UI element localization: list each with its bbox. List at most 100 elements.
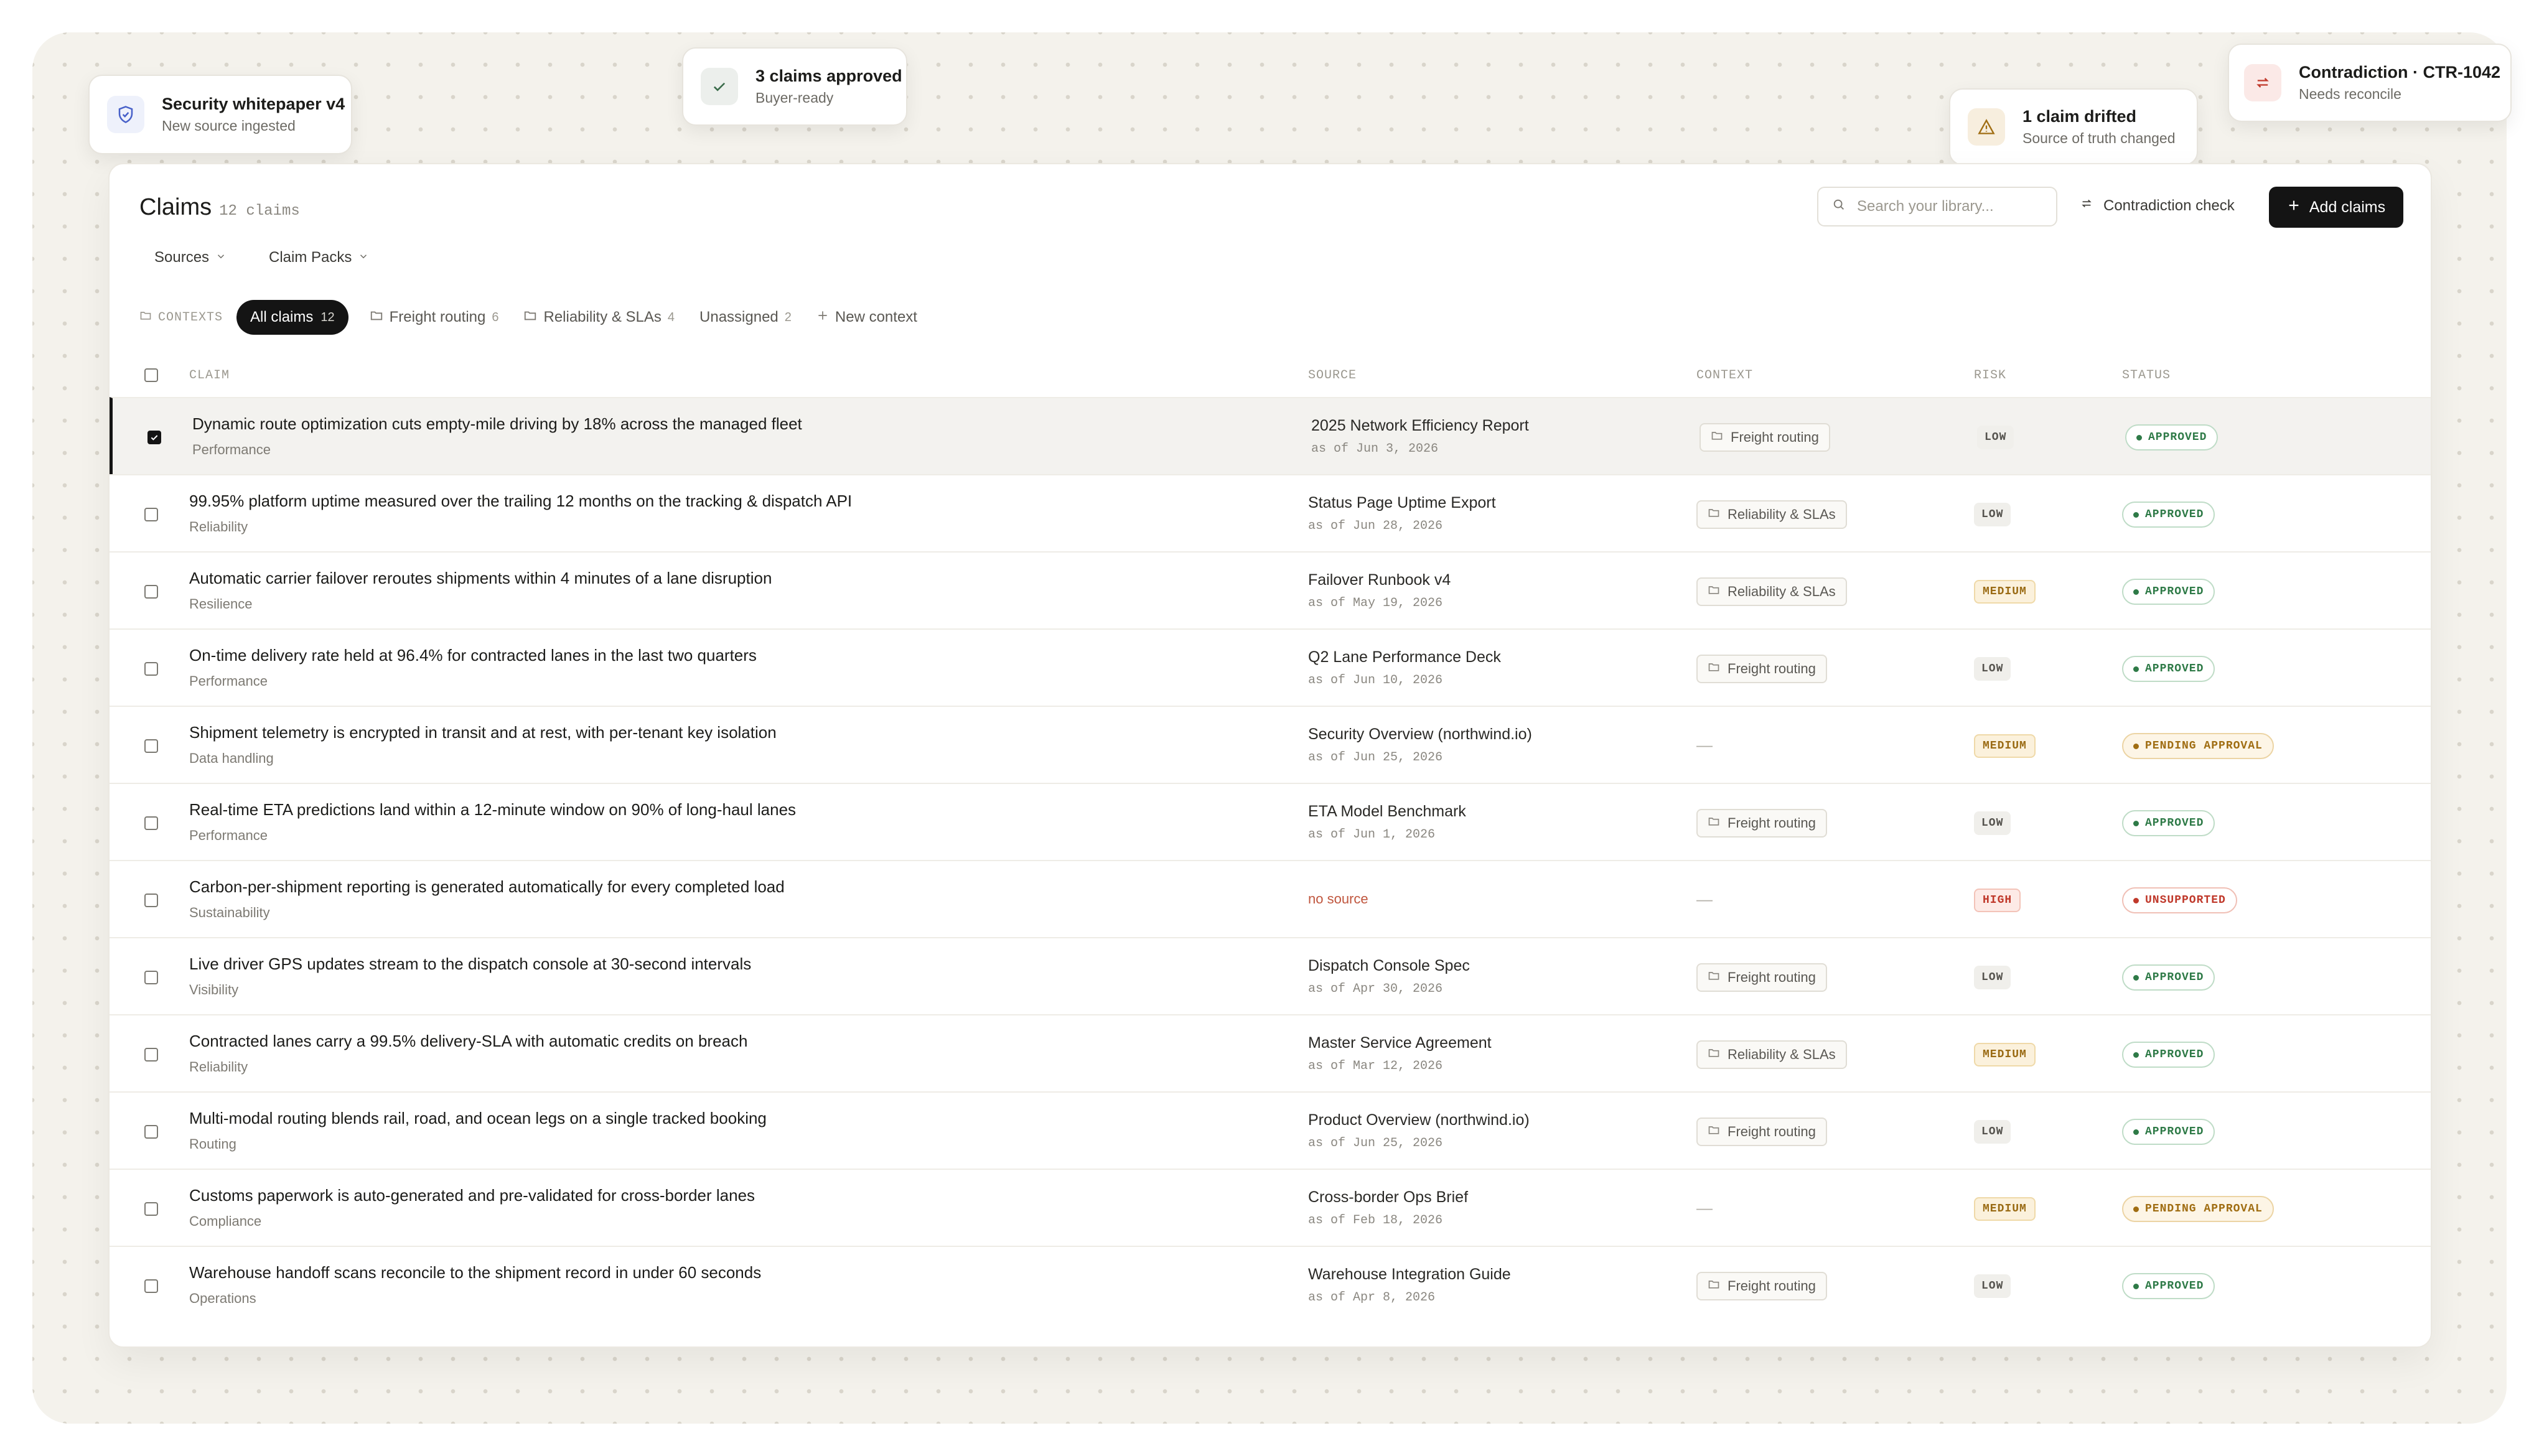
table-row[interactable]: Multi-modal routing blends rail, road, a… xyxy=(110,1091,2431,1169)
source-name[interactable]: ETA Model Benchmark xyxy=(1308,803,1466,821)
column-claim: CLAIM xyxy=(189,368,230,383)
contradiction-check-button[interactable]: Contradiction check xyxy=(2080,197,2235,215)
claim-category: Performance xyxy=(189,828,268,843)
notification-contradiction[interactable]: Contradiction · CTR-1042 Needs reconcile xyxy=(2228,44,2512,122)
row-checkbox[interactable] xyxy=(144,585,158,599)
table-row[interactable]: Real-time ETA predictions land within a … xyxy=(110,783,2431,860)
tab-count: 2 xyxy=(784,310,792,324)
row-checkbox[interactable] xyxy=(144,1202,158,1216)
table-row[interactable]: Dynamic route optimization cuts empty-mi… xyxy=(110,397,2431,474)
context-chip[interactable]: Reliability & SLAs xyxy=(1696,500,1847,529)
claim-text[interactable]: Automatic carrier failover reroutes ship… xyxy=(189,569,772,588)
row-checkbox[interactable] xyxy=(144,1279,158,1293)
table-row[interactable]: Contracted lanes carry a 99.5% delivery-… xyxy=(110,1014,2431,1091)
warning-icon xyxy=(1968,108,2005,146)
context-chip[interactable]: Freight routing xyxy=(1696,809,1827,838)
table-row[interactable]: Automatic carrier failover reroutes ship… xyxy=(110,551,2431,628)
status-badge: APPROVED xyxy=(2122,1119,2215,1145)
context-chip[interactable]: Freight routing xyxy=(1700,423,1830,452)
search-input[interactable]: Search your library... xyxy=(1817,187,2057,226)
add-claims-label: Add claims xyxy=(2309,198,2386,216)
table-row[interactable]: Shipment telemetry is encrypted in trans… xyxy=(110,706,2431,783)
context-chip[interactable]: Reliability & SLAs xyxy=(1696,1040,1847,1069)
source-name[interactable]: Master Service Agreement xyxy=(1308,1034,1492,1052)
claim-text[interactable]: Warehouse handoff scans reconcile to the… xyxy=(189,1263,761,1282)
claim-text[interactable]: Shipment telemetry is encrypted in trans… xyxy=(189,723,777,742)
table-row[interactable]: Carbon-per-shipment reporting is generat… xyxy=(110,860,2431,937)
folder-icon xyxy=(1708,815,1720,831)
claim-text[interactable]: Customs paperwork is auto-generated and … xyxy=(189,1186,755,1205)
source-name[interactable]: Warehouse Integration Guide xyxy=(1308,1266,1511,1284)
context-chip[interactable]: Freight routing xyxy=(1696,1118,1827,1146)
claim-packs-dropdown[interactable]: Claim Packs xyxy=(269,249,369,266)
context-label: Freight routing xyxy=(1728,1124,1816,1139)
status-label: APPROVED xyxy=(2145,1280,2204,1292)
table-row[interactable]: 99.95% platform uptime measured over the… xyxy=(110,474,2431,551)
new-context-button[interactable]: New context xyxy=(816,309,917,326)
row-checkbox[interactable] xyxy=(144,894,158,907)
sources-dropdown[interactable]: Sources xyxy=(154,249,227,266)
tab-unassigned[interactable]: Unassigned 2 xyxy=(699,309,792,326)
row-checkbox[interactable] xyxy=(144,1048,158,1062)
table-row[interactable]: On-time delivery rate held at 96.4% for … xyxy=(110,628,2431,706)
source-date: as of Apr 30, 2026 xyxy=(1308,982,1443,996)
source-name[interactable]: Security Overview (northwind.io) xyxy=(1308,726,1532,744)
risk-badge: LOW xyxy=(1974,503,2011,526)
status-badge: PENDING APPROVAL xyxy=(2122,733,2274,759)
tab-label: Freight routing xyxy=(389,309,486,325)
risk-badge: HIGH xyxy=(1974,889,2021,912)
notification-source-ingested[interactable]: Security whitepaper v4 New source ingest… xyxy=(88,75,352,154)
new-context-label: New context xyxy=(835,309,917,325)
row-checkbox[interactable] xyxy=(144,508,158,521)
row-checkbox[interactable] xyxy=(144,971,158,984)
tab-reliability-slas[interactable]: Reliability & SLAs 4 xyxy=(523,309,675,327)
row-checkbox[interactable] xyxy=(144,1125,158,1139)
context-chip[interactable]: Freight routing xyxy=(1696,655,1827,683)
claim-category: Reliability xyxy=(189,519,248,534)
row-checkbox[interactable] xyxy=(144,662,158,676)
column-context: CONTEXT xyxy=(1696,368,1754,383)
claim-text[interactable]: On-time delivery rate held at 96.4% for … xyxy=(189,646,757,665)
source-name[interactable]: Failover Runbook v4 xyxy=(1308,571,1451,589)
claim-text[interactable]: Contracted lanes carry a 99.5% delivery-… xyxy=(189,1032,747,1051)
row-checkbox[interactable] xyxy=(144,816,158,830)
source-name[interactable]: 2025 Network Efficiency Report xyxy=(1311,417,1529,435)
source-name[interactable]: Cross-border Ops Brief xyxy=(1308,1188,1468,1206)
source-name[interactable]: Dispatch Console Spec xyxy=(1308,957,1470,975)
notification-claims-approved[interactable]: 3 claims approved Buyer-ready xyxy=(682,47,907,126)
notification-claim-drifted[interactable]: 1 claim drifted Source of truth changed xyxy=(1949,88,2198,166)
chevron-down-icon xyxy=(215,249,227,266)
status-label: APPROVED xyxy=(2145,817,2204,829)
context-empty: — xyxy=(1696,1198,1713,1217)
row-checkbox[interactable] xyxy=(147,431,161,444)
claim-text[interactable]: Live driver GPS updates stream to the di… xyxy=(189,954,751,974)
claim-text[interactable]: Multi-modal routing blends rail, road, a… xyxy=(189,1109,767,1128)
context-chip[interactable]: Freight routing xyxy=(1696,963,1827,992)
table-row[interactable]: Customs paperwork is auto-generated and … xyxy=(110,1169,2431,1246)
claim-text[interactable]: Real-time ETA predictions land within a … xyxy=(189,800,796,819)
claim-text[interactable]: Dynamic route optimization cuts empty-mi… xyxy=(192,414,802,434)
source-name[interactable]: Status Page Uptime Export xyxy=(1308,494,1496,512)
source-name[interactable]: Q2 Lane Performance Deck xyxy=(1308,648,1501,666)
source-date: as of Jun 3, 2026 xyxy=(1311,442,1439,456)
claim-text[interactable]: 99.95% platform uptime measured over the… xyxy=(189,492,852,511)
select-all-checkbox[interactable] xyxy=(144,368,158,382)
table-row[interactable]: Live driver GPS updates stream to the di… xyxy=(110,937,2431,1014)
claim-category: Reliability xyxy=(189,1059,248,1075)
table-row[interactable]: Warehouse handoff scans reconcile to the… xyxy=(110,1246,2431,1323)
notification-subtitle: New source ingested xyxy=(162,118,296,134)
context-chip[interactable]: Freight routing xyxy=(1696,1272,1827,1300)
claims-table-body: Dynamic route optimization cuts empty-mi… xyxy=(110,397,2431,1323)
folder-icon xyxy=(370,309,383,327)
row-checkbox[interactable] xyxy=(144,739,158,753)
status-dot xyxy=(2133,1052,2139,1058)
notification-subtitle: Buyer-ready xyxy=(755,90,834,106)
tab-all-claims[interactable]: All claims 12 xyxy=(236,300,348,335)
claim-category: Compliance xyxy=(189,1213,262,1229)
context-label: Freight routing xyxy=(1728,1278,1816,1294)
context-chip[interactable]: Reliability & SLAs xyxy=(1696,577,1847,606)
source-name[interactable]: Product Overview (northwind.io) xyxy=(1308,1111,1530,1129)
tab-freight-routing[interactable]: Freight routing 6 xyxy=(370,309,498,327)
claim-text[interactable]: Carbon-per-shipment reporting is generat… xyxy=(189,877,785,897)
add-claims-button[interactable]: Add claims xyxy=(2269,187,2403,228)
